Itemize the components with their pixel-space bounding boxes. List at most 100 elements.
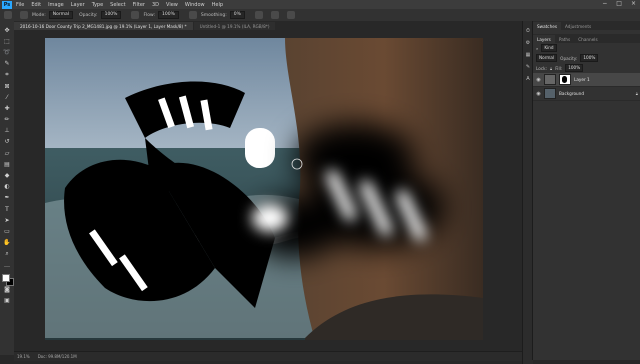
frame-tool-icon[interactable]: ⊠ bbox=[3, 83, 11, 91]
maximize-button[interactable]: □ bbox=[616, 0, 622, 7]
layer-name[interactable]: Background bbox=[559, 91, 584, 96]
brush-preset-icon[interactable] bbox=[4, 11, 12, 19]
tab-document-untitled[interactable]: Untitled-1 @ 19.1% (ILA, RGB/8*) bbox=[193, 22, 276, 30]
layer-kind-select[interactable]: Kind bbox=[541, 44, 557, 52]
layer-row-background[interactable]: ◉ Background 🔒︎ bbox=[533, 87, 640, 101]
window-controls: − □ × bbox=[602, 0, 636, 7]
lock-label: Lock: bbox=[536, 65, 547, 71]
tab-layers[interactable]: Layers bbox=[533, 35, 555, 43]
history-icon[interactable]: ⏱ bbox=[525, 28, 531, 34]
blend-mode-select[interactable]: Normal bbox=[536, 54, 558, 62]
eraser-tool-icon[interactable]: ▱ bbox=[3, 150, 11, 158]
search-icon[interactable]: ⌕ bbox=[536, 46, 538, 51]
photoshop-logo[interactable]: Ps bbox=[2, 0, 12, 9]
toolbar: ✥ ⬚ ➰ ✎ ⌗ ⊠ ⁄ ✚ ✏ ⊥ ↺ ▱ ▤ ◆ ◐ ✒ T ➤ ▭ ✋ … bbox=[0, 21, 15, 355]
blur-tool-icon[interactable]: ◆ bbox=[3, 172, 11, 180]
opacity-input[interactable]: 100% bbox=[100, 11, 122, 19]
gradient-tool-icon[interactable]: ▤ bbox=[3, 161, 11, 169]
foreground-color-swatch[interactable] bbox=[2, 274, 10, 283]
document-tabs: 2016-10-16 Door County Trip 2_MG1481.jpg… bbox=[14, 21, 522, 30]
layers-panel-tabs: Layers Paths Channels bbox=[533, 34, 640, 43]
lasso-tool-icon[interactable]: ➰ bbox=[3, 49, 11, 57]
visibility-eye-icon[interactable]: ◉ bbox=[536, 77, 541, 83]
pressure-size-icon[interactable] bbox=[270, 11, 279, 19]
tab-paths[interactable]: Paths bbox=[555, 35, 574, 43]
right-panels: Swatches Adjustments Layers Paths Channe… bbox=[532, 21, 640, 360]
marquee-tool-icon[interactable]: ⬚ bbox=[3, 38, 11, 46]
layer-filter-row: ⌕ Kind bbox=[533, 43, 640, 53]
fill-label: Fill: bbox=[555, 65, 563, 71]
lock-icon[interactable]: 🔒︎ bbox=[636, 91, 638, 96]
workspace bbox=[14, 30, 522, 351]
brush-tool-icon[interactable]: ✏ bbox=[3, 116, 11, 124]
opacity-label: Opacity: bbox=[79, 12, 98, 18]
brush-panel-icon[interactable]: ✎ bbox=[525, 64, 531, 70]
tab-adjustments[interactable]: Adjustments bbox=[561, 22, 595, 30]
type-tool-icon[interactable]: T bbox=[3, 206, 11, 214]
mode-select[interactable]: Normal bbox=[48, 11, 74, 19]
path-select-tool-icon[interactable]: ➤ bbox=[3, 217, 11, 225]
menu-image[interactable]: Image bbox=[48, 2, 64, 8]
layer-row-layer-1[interactable]: ◉ Layer 1 bbox=[533, 73, 640, 87]
screen-mode-icon[interactable]: ▣ bbox=[3, 297, 11, 305]
layer-opacity-label: Opacity: bbox=[560, 55, 578, 61]
smoothing-input[interactable]: 0% bbox=[229, 11, 245, 19]
zoom-level[interactable]: 19.1% bbox=[17, 354, 30, 359]
flow-label: Flow: bbox=[143, 12, 155, 18]
swatches-panel-tabs: Swatches Adjustments bbox=[533, 21, 640, 30]
menu-select[interactable]: Select bbox=[110, 2, 125, 8]
menu-view[interactable]: View bbox=[166, 2, 178, 8]
history-brush-tool-icon[interactable]: ↺ bbox=[3, 138, 11, 146]
healing-brush-tool-icon[interactable]: ✚ bbox=[3, 105, 11, 113]
crop-tool-icon[interactable]: ⌗ bbox=[3, 71, 11, 79]
tab-swatches[interactable]: Swatches bbox=[533, 22, 562, 30]
move-tool-icon[interactable]: ✥ bbox=[3, 27, 11, 35]
tab-channels[interactable]: Channels bbox=[574, 35, 601, 43]
menu-layer[interactable]: Layer bbox=[71, 2, 85, 8]
layer-thumbnail[interactable] bbox=[544, 88, 556, 99]
brush-settings-icon[interactable] bbox=[20, 11, 28, 19]
doc-size: Doc: 99.8M/120.1M bbox=[37, 354, 77, 359]
libraries-icon[interactable]: ▦ bbox=[525, 52, 531, 58]
menu-help[interactable]: Help bbox=[212, 2, 223, 8]
menu-edit[interactable]: Edit bbox=[31, 2, 41, 8]
menu-window[interactable]: Window bbox=[185, 2, 205, 8]
quick-select-tool-icon[interactable]: ✎ bbox=[3, 60, 11, 68]
minimize-button[interactable]: − bbox=[602, 0, 607, 7]
dodge-tool-icon[interactable]: ◐ bbox=[3, 183, 11, 191]
smoothing-options-icon[interactable] bbox=[254, 11, 263, 19]
airbrush-icon[interactable] bbox=[188, 11, 197, 19]
mode-label: Mode: bbox=[32, 12, 46, 18]
lock-icon[interactable]: 🔒︎ bbox=[550, 66, 552, 71]
shape-tool-icon[interactable]: ▭ bbox=[3, 228, 11, 236]
zoom-tool-icon[interactable]: ⌕ bbox=[3, 250, 11, 258]
quick-mask-icon[interactable]: ◙ bbox=[3, 286, 11, 294]
menu-3d[interactable]: 3D bbox=[152, 2, 159, 8]
pen-tool-icon[interactable]: ✒ bbox=[3, 194, 11, 202]
hand-tool-icon[interactable]: ✋ bbox=[3, 239, 11, 247]
blend-row: Normal Opacity: 100% bbox=[533, 53, 640, 63]
visibility-eye-icon[interactable]: ◉ bbox=[536, 91, 541, 97]
layer-mask-thumbnail[interactable] bbox=[559, 74, 571, 85]
menu-file[interactable]: File bbox=[16, 2, 24, 8]
menu-filter[interactable]: Filter bbox=[133, 2, 145, 8]
properties-icon[interactable]: ⚙ bbox=[525, 40, 531, 46]
symmetry-icon[interactable] bbox=[286, 11, 295, 19]
smoothing-label: Smoothing: bbox=[200, 12, 227, 18]
flow-input[interactable]: 100% bbox=[158, 11, 179, 19]
canvas-image bbox=[45, 38, 483, 340]
clone-stamp-tool-icon[interactable]: ⊥ bbox=[3, 127, 11, 135]
layer-opacity-input[interactable]: 100% bbox=[580, 54, 599, 62]
close-button[interactable]: × bbox=[631, 0, 636, 7]
eyedropper-tool-icon[interactable]: ⁄ bbox=[3, 94, 11, 102]
more-tools-icon[interactable]: … bbox=[3, 262, 11, 270]
character-icon[interactable]: A bbox=[525, 76, 531, 82]
menu-type[interactable]: Type bbox=[92, 2, 103, 8]
document-canvas[interactable] bbox=[45, 38, 483, 340]
layer-name[interactable]: Layer 1 bbox=[574, 77, 590, 82]
color-swatches[interactable] bbox=[2, 274, 14, 287]
layer-thumbnail[interactable] bbox=[544, 74, 556, 85]
fill-input[interactable]: 100% bbox=[565, 64, 584, 72]
tab-document-main[interactable]: 2016-10-16 Door County Trip 2_MG1481.jpg… bbox=[14, 22, 193, 30]
pressure-opacity-icon[interactable] bbox=[131, 11, 140, 19]
